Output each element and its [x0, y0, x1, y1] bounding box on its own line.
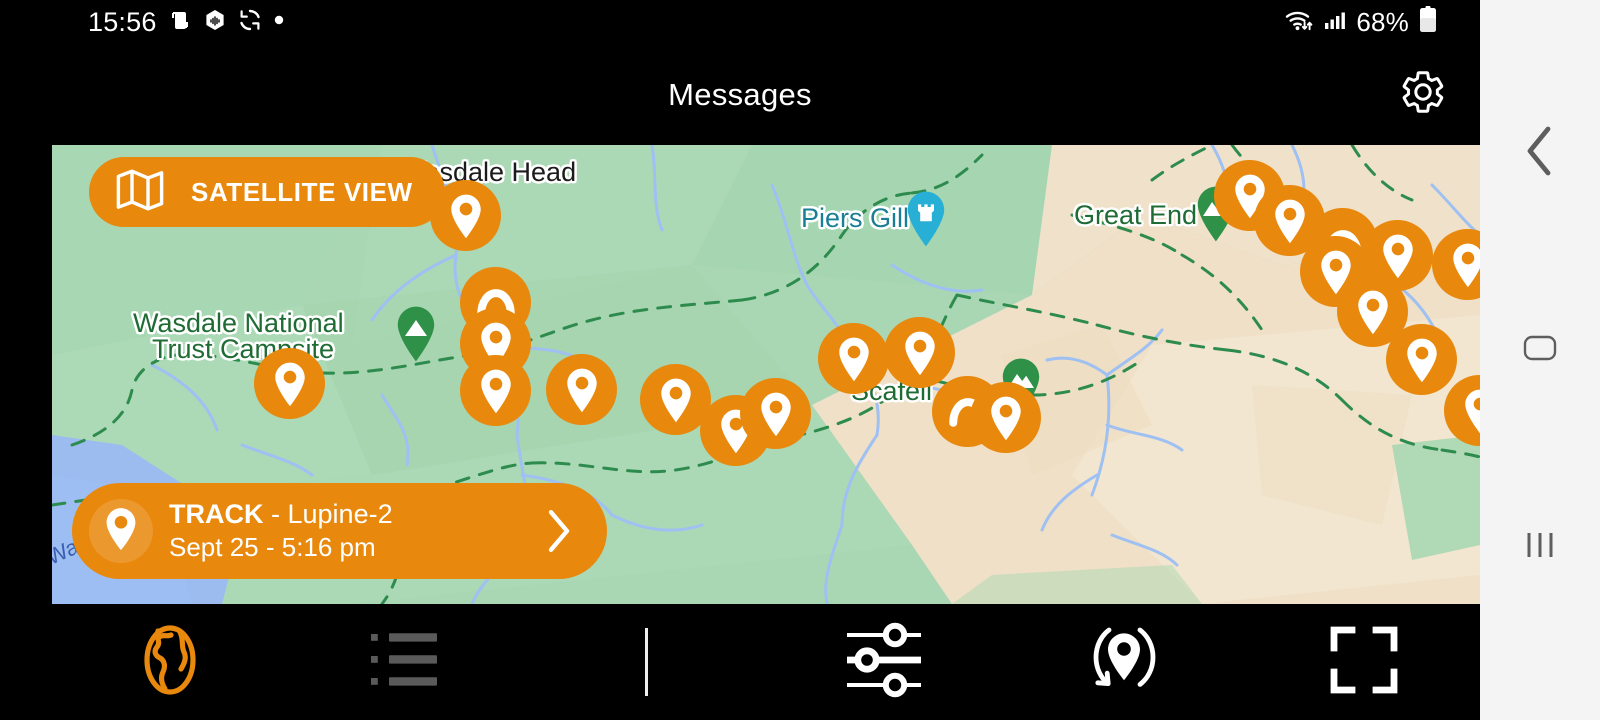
piers-gill-pin[interactable]: [902, 190, 950, 248]
track-marker[interactable]: [818, 323, 889, 394]
satellite-view-button[interactable]: SATELLITE VIEW: [89, 157, 445, 227]
cellular-signal-icon: [1323, 8, 1347, 37]
settings-button[interactable]: [1395, 67, 1451, 123]
track-card-title-line: TRACK - Lupine-2: [169, 498, 393, 531]
location-pin-icon: [102, 506, 140, 557]
android-nav-bar: [1480, 0, 1600, 720]
chevron-right-icon[interactable]: [547, 509, 571, 553]
wifi-icon: [1284, 7, 1314, 38]
battery-icon: [1418, 5, 1438, 39]
toolbar-item-locate[interactable]: [1062, 604, 1186, 720]
track-timestamp: Sept 25 - 5:16 pm: [169, 532, 376, 563]
track-label: TRACK: [169, 499, 264, 530]
status-bar-right: 68%: [1284, 0, 1438, 44]
phone-viewport: 15:56 68% Messages Wasdale Head Wasdale …: [0, 0, 1480, 720]
home-square-icon: [1523, 335, 1557, 366]
gear-icon: [1399, 68, 1447, 121]
nav-home-button[interactable]: [1480, 305, 1600, 395]
toolbar-item-list[interactable]: [348, 604, 472, 720]
bottom-toolbar: [0, 604, 1480, 720]
nav-recents-button[interactable]: [1480, 502, 1600, 592]
track-marker[interactable]: [1386, 324, 1457, 395]
track-card[interactable]: TRACK - Lupine-2 Sept 25 - 5:16 pm: [72, 483, 607, 579]
map-canvas[interactable]: Wasdale Head Wasdale National Trust Campsi…: [52, 145, 1480, 604]
list-icon: [371, 628, 449, 697]
track-marker[interactable]: [970, 382, 1041, 453]
track-marker[interactable]: [884, 317, 955, 388]
page-title: Messages: [668, 76, 812, 112]
toolbar-item-fullscreen[interactable]: [1302, 604, 1426, 720]
status-bar-left: 15:56: [88, 0, 285, 44]
back-chevron-icon: [1522, 125, 1558, 182]
track-card-text: TRACK - Lupine-2 Sept 25 - 5:16 pm: [169, 498, 393, 564]
track-marker[interactable]: [254, 348, 325, 419]
track-marker[interactable]: [460, 355, 531, 426]
campsite-pin[interactable]: [392, 305, 440, 363]
device-icon: [168, 8, 192, 37]
filter-sliders-icon: [843, 619, 925, 706]
track-pin-badge: [89, 499, 153, 563]
satellite-view-label: SATELLITE VIEW: [191, 176, 413, 207]
toolbar-item-globe[interactable]: [108, 604, 232, 720]
recents-bars-icon: [1523, 530, 1557, 565]
sync-icon: [238, 8, 262, 37]
locate-me-icon: [1081, 621, 1167, 704]
battery-percent-label: 68%: [1356, 6, 1409, 37]
globe-icon: [130, 620, 210, 705]
track-device: - Lupine-2: [271, 499, 393, 530]
map-fold-icon: [115, 168, 165, 217]
toolbar-divider: [645, 628, 648, 696]
track-marker[interactable]: [740, 378, 811, 449]
screen: 15:56 68% Messages Wasdale Head Wasdale …: [0, 0, 1600, 720]
app-header: Messages: [0, 44, 1480, 145]
track-marker[interactable]: [546, 354, 617, 425]
status-bar-clock: 15:56: [88, 6, 157, 37]
fullscreen-icon: [1330, 626, 1398, 699]
dot-icon: [273, 13, 285, 31]
nav-back-button[interactable]: [1480, 108, 1600, 198]
audio-hex-icon: [203, 8, 227, 37]
status-bar: 15:56 68%: [0, 0, 1480, 44]
toolbar-item-filter[interactable]: [822, 604, 946, 720]
